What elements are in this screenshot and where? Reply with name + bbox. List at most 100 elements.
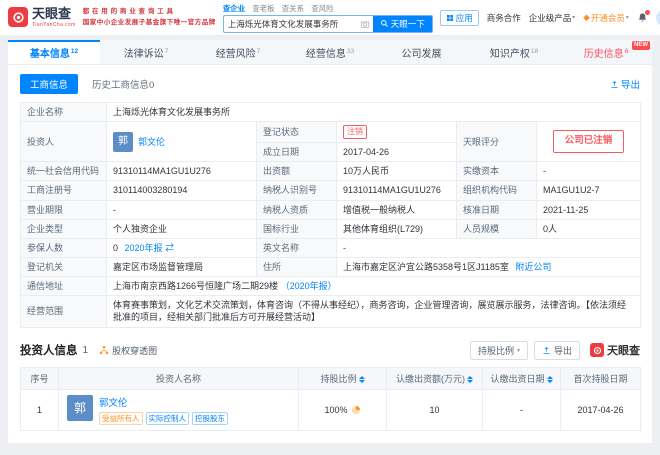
status-badge: 注销 [343, 125, 367, 140]
export-button[interactable]: 导出 [610, 77, 640, 91]
vip-diamond-icon: ◆ [583, 12, 590, 22]
business-scope-label: 经营范围 [20, 295, 107, 328]
table-row: 通信地址 上海市南京西路1266号恒隆广场二期29楼 （2020年报） [20, 276, 642, 297]
sort-icon[interactable] [467, 375, 473, 383]
industry-value: 其他体育组织(L729) [336, 218, 457, 239]
tab-legal[interactable]: 法律诉讼7 [100, 40, 192, 64]
export-icon [611, 80, 618, 88]
english-name-value: - [335, 237, 642, 258]
equity-penetration-link[interactable]: 股权穿透图 [99, 344, 157, 357]
score-label: 天眼评分 [456, 121, 537, 163]
promo-line-1: 都 在 用 的 商 业 查 询 工 具 [82, 8, 174, 16]
top-bar: 天眼查 TianYanCha.com 都 在 用 的 商 业 查 询 工 具 国… [0, 0, 660, 36]
actual-controller-tag[interactable]: 实际控制人 [145, 411, 189, 425]
nav-cooperation[interactable]: 商务合作 [487, 12, 521, 24]
equity-pie-icon[interactable] [351, 405, 361, 415]
reg-number-value: 310114003280194 [106, 180, 257, 201]
reg-status-value: 注销 [336, 121, 457, 144]
investor-avatar[interactable]: 郭 [67, 394, 93, 421]
table-row: 登记机关 嘉定区市场监督管理局 住所 上海市嘉定区沪宜公路5358号1区J118… [20, 256, 642, 278]
subtab-row: 工商信息 历史工商信息0 导出 [20, 74, 640, 94]
subscribed-amount-cell: 10 [386, 388, 483, 431]
table-row: 经营范围 体育赛事策划，文化艺术交流策划，体育咨询（不得从事经纪），商务咨询，企… [20, 295, 642, 328]
section-tabbar: 基本信息12 法律诉讼7 经营风险7 经营信息33 公司发展 知识产权18 历史… [8, 40, 652, 65]
new-badge: NEW [632, 41, 650, 50]
col-subscribed-date[interactable]: 认缴出资日期 [482, 366, 561, 390]
nav-enterprise[interactable]: 企业级产品 ▾ [529, 12, 576, 24]
tab-basic-info[interactable]: 基本信息12 [8, 40, 100, 64]
taxpayer-id-value: 91310114MA1GU1U276 [336, 180, 457, 201]
table-row: 企业名称 上海烁光体育文化发展事务所 [20, 101, 642, 123]
notifications-bell[interactable] [637, 10, 650, 23]
reg-number-label: 工商注册号 [20, 180, 107, 201]
tab-operating-info[interactable]: 经营信息33 [284, 40, 376, 64]
investor-label: 投资人 [20, 121, 107, 163]
logo-url: TianYanCha.com [32, 21, 76, 28]
nearby-companies-link[interactable]: 附近公司 [515, 262, 551, 272]
approval-date-value: 2021-11-25 [535, 199, 642, 220]
sort-icon[interactable] [358, 375, 365, 383]
reg-status-label: 登记状态 [256, 121, 337, 144]
promo-line-2: 国家中小企业发展子基金旗下唯一官方品牌 [82, 18, 216, 26]
investors-title: 投资人信息 [20, 345, 78, 358]
swap-icon[interactable]: ⇄ [165, 243, 174, 253]
investor-name-cell: 郭 郭文伦 受益所有人 实际控制人 控股股东 [58, 388, 299, 431]
search-tab-relation[interactable]: 查关系 [282, 3, 305, 14]
export-icon [543, 346, 550, 354]
col-holding-ratio[interactable]: 持股比例 [298, 366, 387, 390]
user-avatar[interactable] [655, 9, 660, 26]
holding-ratio-filter[interactable]: 持股比例 ▾ [469, 340, 528, 360]
capital-value: 10万人民币 [336, 161, 457, 182]
taxpayer-quality-label: 纳税人资质 [256, 199, 337, 220]
insured-count-label: 参保人数 [20, 237, 107, 258]
investor-name-link[interactable]: 郭文伦 [138, 136, 165, 148]
english-name-label: 英文名称 [256, 237, 337, 258]
taxpayer-id-label: 纳税人识别号 [256, 180, 337, 201]
beneficial-owner-tag[interactable]: 受益所有人 [99, 411, 143, 425]
establish-date-label: 成立日期 [256, 142, 337, 163]
search-input[interactable] [223, 18, 360, 29]
tab-intellectual-property[interactable]: 知识产权18 [468, 40, 560, 64]
nav-vip[interactable]: ◆ 开通会员 ▾ [583, 12, 629, 24]
logo-text: 天眼查 [32, 6, 72, 22]
tab-operating-risk[interactable]: 经营风险7 [192, 40, 284, 64]
org-code-value: MA1GU1U2-7 [535, 180, 642, 201]
search-tab-company[interactable]: 查企业 [223, 3, 246, 14]
establish-date-value: 2017-04-26 [336, 142, 457, 163]
approval-date-label: 核准日期 [456, 199, 537, 220]
tianyancha-logo[interactable]: 天眼查 TianYanCha.com [8, 6, 76, 28]
paid-capital-label: 实缴资本 [456, 161, 537, 182]
search-tab-boss[interactable]: 查老板 [252, 3, 275, 14]
camera-icon[interactable] [360, 19, 373, 29]
mail-annual-report-link[interactable]: （2020年报） [281, 281, 337, 291]
search-button-label: 天眼一下 [390, 18, 425, 29]
mailing-address-value: 上海市南京西路1266号恒隆广场二期29楼 （2020年报） [105, 276, 642, 297]
investors-count: 1 [82, 344, 89, 356]
table-row: 投资人 郭 郭文伦 登记状态 注销 天眼评分 公司已注销 [20, 121, 642, 163]
col-index: 序号 [20, 366, 59, 390]
paid-capital-value: - [535, 161, 642, 182]
apps-button[interactable]: 应用 [439, 9, 479, 26]
export-label: 导出 [620, 80, 640, 91]
controlling-shareholder-tag[interactable]: 控股股东 [192, 411, 228, 425]
subtab-business-info[interactable]: 工商信息 [20, 74, 79, 94]
nav-enterprise-label: 企业级产品 [528, 12, 572, 23]
tab-company-development[interactable]: 公司发展 [376, 40, 468, 64]
search-button[interactable]: 天眼一下 [372, 15, 432, 32]
table-row: 参保人数 0 2020年报 ⇄ 英文名称 - [20, 237, 642, 258]
reg-authority-label: 登记机关 [20, 256, 107, 278]
tab-history-info[interactable]: 历史信息6 NEW [560, 40, 652, 64]
table-row: 企业类型 个人独资企业 国标行业 其他体育组织(L729) 人员规模 0人 [20, 218, 642, 239]
investor-name-link[interactable]: 郭文伦 [99, 398, 128, 409]
mailing-address-label: 通信地址 [20, 276, 107, 297]
investor-avatar[interactable]: 郭 [113, 131, 133, 152]
col-subscribed-amount[interactable]: 认缴出资额(万元) [386, 366, 483, 390]
search-tab-risk[interactable]: 查风险 [311, 3, 334, 14]
col-first-holding-date: 首次持股日期 [560, 366, 641, 390]
chevron-down-icon: ▾ [572, 15, 576, 21]
search-box: 天眼一下 [222, 14, 433, 33]
subtab-history-business-info[interactable]: 历史工商信息0 [92, 77, 154, 91]
annual-report-link[interactable]: 2020年报 [125, 243, 163, 253]
investors-export-button[interactable]: 导出 [533, 340, 580, 360]
sort-icon[interactable] [546, 375, 553, 383]
